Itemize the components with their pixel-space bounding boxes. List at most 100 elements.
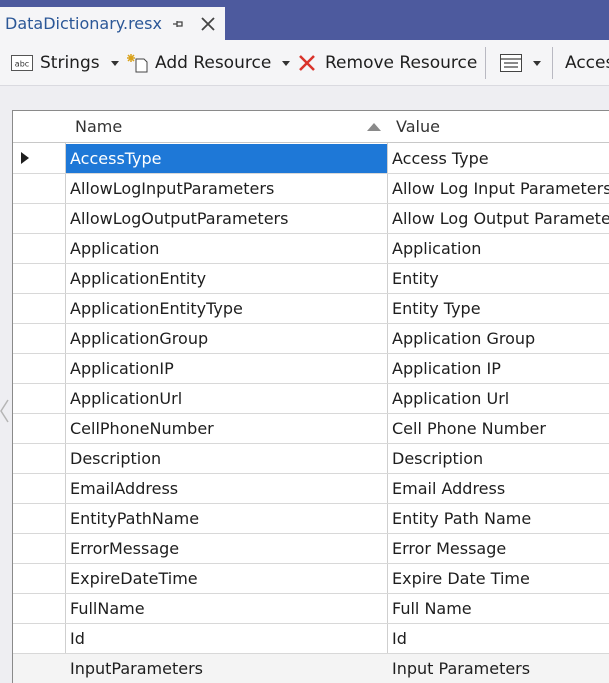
value-cell[interactable]: Id — [388, 624, 609, 653]
grid-header: Name Value — [13, 111, 609, 143]
strings-label: Strings — [40, 53, 100, 73]
value-cell[interactable]: Application — [388, 234, 609, 263]
name-cell[interactable]: EntityPathName — [66, 504, 387, 533]
name-cell[interactable]: Application — [66, 234, 387, 263]
value-cell[interactable]: Allow Log Output Parameters — [388, 204, 609, 233]
table-row[interactable]: Description Description — [13, 444, 609, 474]
name-cell[interactable]: CellPhoneNumber — [66, 414, 387, 443]
resource-toolbar: abc Strings Add Resource Remove Resource… — [0, 40, 609, 86]
remove-resource-button[interactable]: Remove Resource — [298, 40, 477, 86]
grid-view-icon — [500, 54, 522, 72]
row-header[interactable] — [13, 654, 65, 683]
table-row[interactable]: AllowLogOutputParameters Allow Log Output… — [13, 204, 609, 234]
value-cell[interactable]: Application Url — [388, 384, 609, 413]
name-cell[interactable]: AllowLogOutputParameters — [66, 204, 387, 233]
row-header[interactable] — [13, 144, 65, 173]
row-header[interactable] — [13, 384, 65, 413]
toolbar-separator — [485, 47, 486, 79]
value-cell[interactable]: Entity Type — [388, 294, 609, 323]
row-header[interactable] — [13, 234, 65, 263]
value-cell[interactable]: Entity Path Name — [388, 504, 609, 533]
table-row[interactable]: ApplicationUrl Application Url — [13, 384, 609, 414]
table-row[interactable]: EmailAddress Email Address — [13, 474, 609, 504]
table-row[interactable]: ApplicationEntity Entity — [13, 264, 609, 294]
value-cell[interactable]: Entity — [388, 264, 609, 293]
name-cell[interactable]: InputParameters — [66, 654, 387, 683]
chevron-down-icon — [282, 60, 291, 66]
row-header[interactable] — [13, 414, 65, 443]
add-resource-label: Add Resource — [155, 53, 272, 73]
name-column-label: Name — [75, 117, 123, 136]
value-cell[interactable]: Allow Log Input Parameters — [388, 174, 609, 203]
row-header[interactable] — [13, 474, 65, 503]
name-cell[interactable]: ApplicationGroup — [66, 324, 387, 353]
table-row[interactable]: ApplicationIP Application IP — [13, 354, 609, 384]
name-cell[interactable]: ApplicationEntity — [66, 264, 387, 293]
name-cell[interactable]: AccessType — [66, 144, 387, 173]
name-cell[interactable]: Description — [66, 444, 387, 473]
name-cell[interactable]: ErrorMessage — [66, 534, 387, 563]
strings-dropdown[interactable]: abc Strings — [11, 40, 119, 86]
row-header[interactable] — [13, 444, 65, 473]
chevron-down-icon — [533, 60, 541, 66]
name-cell[interactable]: AllowLogInputParameters — [66, 174, 387, 203]
table-row[interactable]: FullName Full Name — [13, 594, 609, 624]
row-header[interactable] — [13, 294, 65, 323]
table-row[interactable]: ApplicationGroup Application Group — [13, 324, 609, 354]
value-cell[interactable]: Application IP — [388, 354, 609, 383]
name-cell[interactable]: EmailAddress — [66, 474, 387, 503]
row-header[interactable] — [13, 264, 65, 293]
row-header[interactable] — [13, 534, 65, 563]
row-header[interactable] — [13, 354, 65, 383]
document-tab[interactable]: DataDictionary.resx — [0, 7, 225, 40]
table-row[interactable]: AccessType Access Type — [13, 144, 609, 174]
table-row[interactable]: ApplicationEntityType Entity Type — [13, 294, 609, 324]
table-row[interactable]: ExpireDateTime Expire Date Time — [13, 564, 609, 594]
value-cell[interactable]: Application Group — [388, 324, 609, 353]
value-cell[interactable]: Expire Date Time — [388, 564, 609, 593]
name-cell[interactable]: Id — [66, 624, 387, 653]
pin-icon[interactable] — [170, 16, 186, 32]
row-header[interactable] — [13, 174, 65, 203]
value-cell[interactable]: Full Name — [388, 594, 609, 623]
name-cell[interactable]: ApplicationEntityType — [66, 294, 387, 323]
value-cell[interactable]: Input Parameters — [388, 654, 609, 683]
add-resource-button[interactable]: Add Resource — [127, 40, 291, 86]
row-header[interactable] — [13, 324, 65, 353]
current-row-arrow-icon — [21, 152, 29, 164]
row-header[interactable] — [13, 564, 65, 593]
name-cell[interactable]: ApplicationUrl — [66, 384, 387, 413]
add-resource-icon — [127, 54, 148, 73]
value-cell[interactable]: Access Type — [388, 144, 609, 173]
value-cell[interactable]: Error Message — [388, 534, 609, 563]
chevron-left-icon[interactable] — [0, 398, 10, 424]
name-cell[interactable]: ExpireDateTime — [66, 564, 387, 593]
value-column-label: Value — [396, 117, 440, 136]
remove-icon — [299, 55, 315, 71]
row-header[interactable] — [13, 504, 65, 533]
table-row[interactable]: EntityPathName Entity Path Name — [13, 504, 609, 534]
name-cell[interactable]: ApplicationIP — [66, 354, 387, 383]
value-cell[interactable]: Description — [388, 444, 609, 473]
table-row[interactable]: Id Id — [13, 624, 609, 654]
table-row[interactable]: ErrorMessage Error Message — [13, 534, 609, 564]
row-header[interactable] — [13, 624, 65, 653]
table-row[interactable]: InputParameters Input Parameters — [13, 654, 609, 683]
value-cell[interactable]: Cell Phone Number — [388, 414, 609, 443]
table-row[interactable]: AllowLogInputParameters Allow Log Input P… — [13, 174, 609, 204]
access-modifier-label: Acces — [565, 53, 609, 73]
table-row[interactable]: Application Application — [13, 234, 609, 264]
close-icon[interactable] — [199, 15, 217, 33]
chevron-down-icon — [110, 60, 119, 66]
view-dropdown[interactable] — [500, 40, 541, 86]
name-cell[interactable]: FullName — [66, 594, 387, 623]
table-row[interactable]: CellPhoneNumber Cell Phone Number — [13, 414, 609, 444]
row-header[interactable] — [13, 594, 65, 623]
value-cell[interactable]: Email Address — [388, 474, 609, 503]
access-modifier-dropdown[interactable]: Acces — [565, 40, 609, 86]
svg-text:abc: abc — [15, 60, 29, 69]
name-column-header[interactable]: Name — [75, 111, 387, 142]
row-header[interactable] — [13, 204, 65, 233]
resource-grid: Name Value AccessType Access Type AllowLog… — [12, 110, 609, 683]
value-column-header[interactable]: Value — [396, 111, 609, 142]
